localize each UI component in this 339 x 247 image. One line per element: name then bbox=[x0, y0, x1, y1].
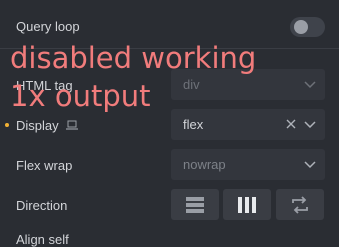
laptop-icon[interactable] bbox=[66, 120, 78, 130]
clear-icon[interactable] bbox=[285, 118, 297, 130]
html-tag-select[interactable]: div bbox=[171, 69, 325, 100]
display-select[interactable]: flex bbox=[171, 109, 325, 140]
divider bbox=[0, 48, 339, 49]
flex-wrap-value: nowrap bbox=[183, 157, 226, 172]
reverse-icon bbox=[292, 196, 308, 214]
chevron-down-icon bbox=[304, 121, 316, 129]
direction-row-button[interactable] bbox=[171, 189, 219, 220]
html-tag-value: div bbox=[183, 77, 200, 92]
toggle-knob bbox=[294, 20, 308, 34]
direction-label: Direction bbox=[16, 198, 68, 213]
columns-icon bbox=[238, 197, 256, 213]
align-self-label: Align self bbox=[16, 232, 69, 247]
flex-wrap-select[interactable]: nowrap bbox=[171, 149, 325, 180]
query-loop-label: Query loop bbox=[16, 19, 80, 34]
rows-icon bbox=[186, 197, 204, 213]
display-label: Display bbox=[16, 118, 59, 133]
modified-indicator bbox=[5, 123, 9, 127]
direction-column-button[interactable] bbox=[223, 189, 271, 220]
query-loop-toggle[interactable] bbox=[290, 17, 325, 37]
chevron-down-icon bbox=[304, 161, 316, 169]
chevron-down-icon bbox=[304, 81, 316, 89]
direction-reverse-button[interactable] bbox=[276, 189, 324, 220]
flex-wrap-label: Flex wrap bbox=[16, 158, 73, 173]
display-value: flex bbox=[183, 117, 204, 132]
html-tag-label: HTML tag bbox=[16, 78, 73, 93]
